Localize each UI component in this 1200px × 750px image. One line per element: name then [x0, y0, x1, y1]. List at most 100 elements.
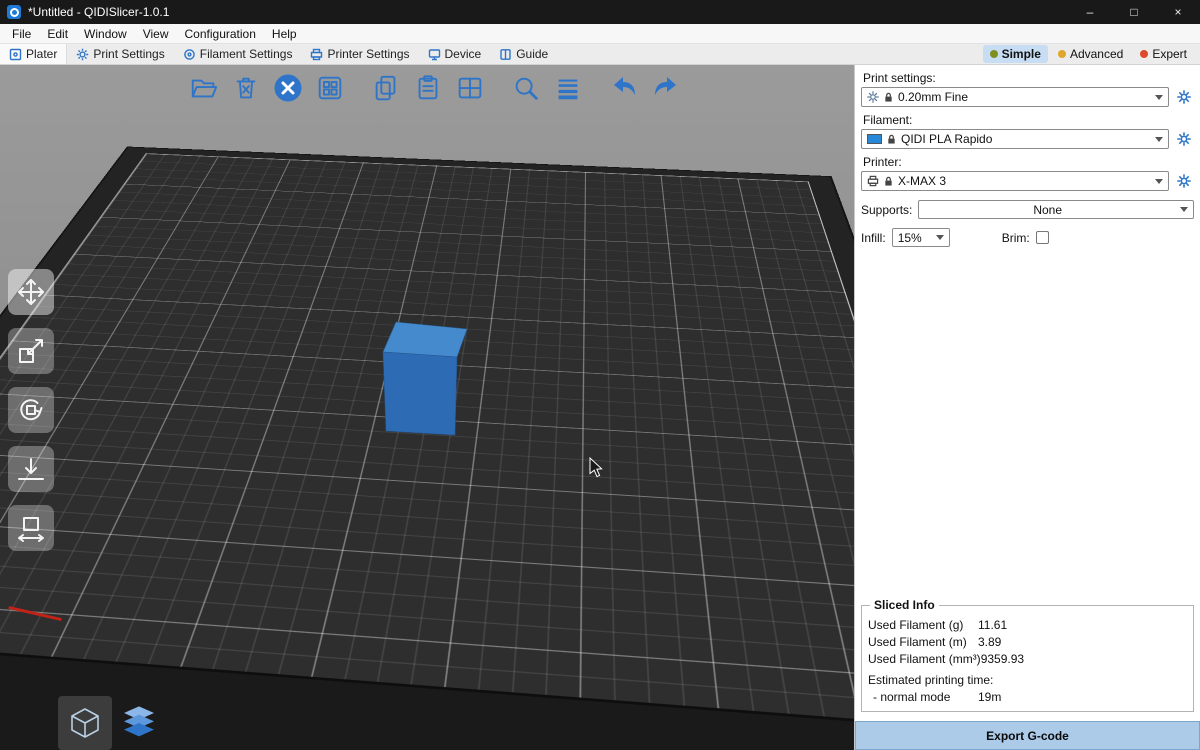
settings-sidebar: Print settings: 0.20mm Fine Filament: QI… [854, 65, 1200, 750]
tab-device[interactable]: Device [419, 44, 491, 64]
editor-view-button[interactable] [58, 696, 112, 750]
print-settings-combo[interactable]: 0.20mm Fine [861, 87, 1169, 107]
gear-icon [1177, 132, 1191, 146]
paste-button[interactable] [410, 70, 446, 106]
menu-help[interactable]: Help [264, 25, 305, 43]
lock-icon [887, 134, 896, 145]
gear-icon [1177, 90, 1191, 104]
rotate-icon [15, 394, 47, 426]
supports-combo[interactable]: None [918, 200, 1194, 219]
scale-gizmo-button[interactable] [8, 328, 54, 374]
delete-all-icon [272, 72, 304, 104]
lock-icon [884, 176, 893, 187]
filament-color-swatch [867, 134, 882, 144]
search-button[interactable] [508, 70, 544, 106]
infill-combo[interactable]: 15% [892, 228, 950, 247]
mode-selector: Simple Advanced Expert [983, 45, 1200, 63]
place-on-face-icon [15, 453, 47, 485]
brim-label: Brim: [1002, 231, 1030, 245]
advanced-mode-dot-icon [1058, 50, 1066, 58]
printer-icon [867, 175, 879, 187]
chevron-down-icon [1180, 207, 1188, 212]
lock-icon [884, 92, 893, 103]
paste-icon [413, 73, 443, 103]
tab-guide[interactable]: Guide [490, 44, 557, 64]
arrange-button[interactable] [312, 70, 348, 106]
printer-icon [310, 48, 323, 61]
device-icon [428, 48, 441, 61]
redo-button[interactable] [648, 70, 684, 106]
split-icon [455, 73, 485, 103]
measure-icon [15, 512, 47, 544]
place-on-face-gizmo-button[interactable] [8, 446, 54, 492]
menu-file[interactable]: File [4, 25, 39, 43]
variable-layer-height-button[interactable] [550, 70, 586, 106]
edit-print-settings-button[interactable] [1174, 87, 1194, 107]
tab-print-settings[interactable]: Print Settings [67, 44, 173, 64]
mode-simple[interactable]: Simple [983, 45, 1048, 63]
menu-bar: File Edit Window View Configuration Help [0, 24, 1200, 44]
trash-icon [231, 73, 261, 103]
filament-combo[interactable]: QIDI PLA Rapido [861, 129, 1169, 149]
sliced-info-title: Sliced Info [870, 598, 939, 612]
infill-label: Infill: [861, 231, 886, 245]
edit-printer-button[interactable] [1174, 171, 1194, 191]
preview-view-button[interactable] [112, 696, 166, 750]
3d-editor-icon [67, 705, 103, 741]
minimize-button[interactable]: – [1068, 0, 1112, 24]
chevron-down-icon [1155, 179, 1163, 184]
undo-button[interactable] [606, 70, 642, 106]
layer-height-icon [553, 73, 583, 103]
filament-value: QIDI PLA Rapido [901, 132, 1146, 146]
title-bar: *Untitled - QIDISlicer-1.0.1 – □ × [0, 0, 1200, 24]
gizmo-toolbar [8, 269, 54, 551]
export-gcode-button[interactable]: Export G-code [855, 721, 1200, 750]
edit-filament-button[interactable] [1174, 129, 1194, 149]
supports-value: None [924, 203, 1171, 217]
tab-printer-settings[interactable]: Printer Settings [301, 44, 418, 64]
menu-view[interactable]: View [135, 25, 177, 43]
arrange-icon [315, 73, 345, 103]
move-gizmo-button[interactable] [8, 269, 54, 315]
split-button[interactable] [452, 70, 488, 106]
close-button[interactable]: × [1156, 0, 1200, 24]
measure-gizmo-button[interactable] [8, 505, 54, 551]
simple-mode-dot-icon [990, 50, 998, 58]
move-icon [15, 276, 47, 308]
printer-combo[interactable]: X-MAX 3 [861, 171, 1169, 191]
print-bed-grid [0, 153, 854, 732]
copy-icon [371, 73, 401, 103]
filament-icon [183, 48, 196, 61]
menu-window[interactable]: Window [76, 25, 135, 43]
brim-checkbox[interactable] [1036, 231, 1049, 244]
tab-filament-settings[interactable]: Filament Settings [174, 44, 302, 64]
window-title: *Untitled - QIDISlicer-1.0.1 [28, 5, 169, 19]
delete-button[interactable] [228, 70, 264, 106]
copy-button[interactable] [368, 70, 404, 106]
maximize-button[interactable]: □ [1112, 0, 1156, 24]
printer-value: X-MAX 3 [898, 174, 1146, 188]
gear-icon [76, 48, 89, 61]
rotate-gizmo-button[interactable] [8, 387, 54, 433]
mode-advanced[interactable]: Advanced [1051, 45, 1130, 63]
undo-icon [608, 72, 640, 104]
delete-all-button[interactable] [270, 70, 306, 106]
menu-configuration[interactable]: Configuration [177, 25, 264, 43]
sliced-info-panel: Sliced Info Used Filament (g) 11.61 Used… [861, 605, 1194, 712]
3d-viewport[interactable] [0, 65, 854, 750]
app-logo-icon [7, 5, 21, 19]
search-icon [511, 73, 541, 103]
expert-mode-dot-icon [1140, 50, 1148, 58]
mode-expert[interactable]: Expert [1133, 45, 1194, 63]
menu-edit[interactable]: Edit [39, 25, 76, 43]
redo-icon [650, 72, 682, 104]
open-file-button[interactable] [186, 70, 222, 106]
viewport-toolbar [186, 70, 684, 106]
sliced-info-row: Used Filament (g) 11.61 [868, 616, 1187, 633]
guide-icon [499, 48, 512, 61]
layers-preview-icon [119, 703, 159, 743]
print-settings-value: 0.20mm Fine [898, 90, 1146, 104]
tab-bar: Plater Print Settings Filament Settings … [0, 44, 1200, 65]
tab-plater[interactable]: Plater [0, 44, 67, 64]
view-toggles [58, 696, 166, 750]
